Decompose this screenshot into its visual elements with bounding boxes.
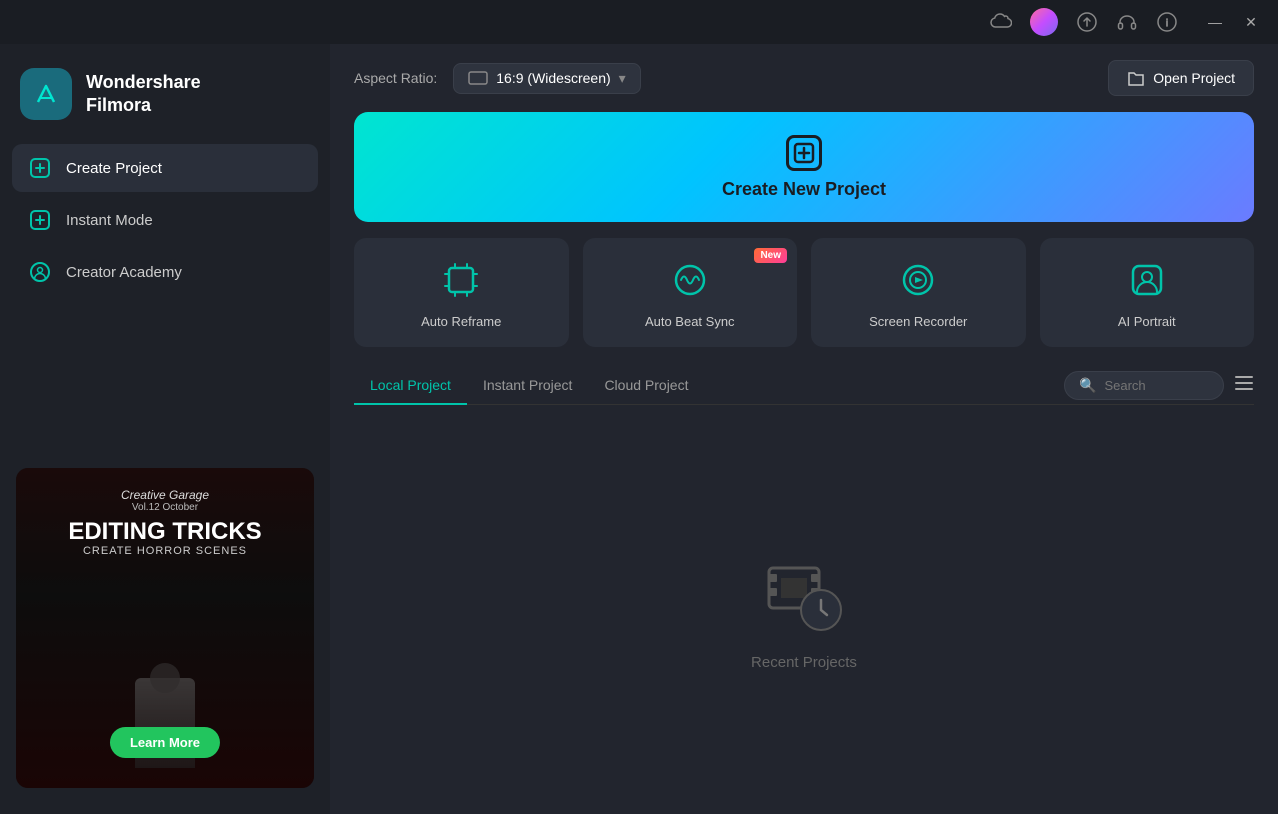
create-new-project-banner[interactable]: Create New Project — [354, 112, 1254, 222]
create-banner-icon — [786, 135, 822, 171]
promo-small-title: Creative Garage — [121, 488, 209, 502]
tab-local-project[interactable]: Local Project — [354, 367, 467, 405]
upload-icon[interactable] — [1076, 11, 1098, 33]
create-project-icon — [28, 156, 52, 180]
aspect-ratio-label: Aspect Ratio: — [354, 70, 437, 86]
auto-reframe-icon — [437, 256, 485, 304]
screen-recorder-icon — [894, 256, 942, 304]
promo-main-title: EDITING TRICKS — [68, 519, 261, 545]
project-tabs: Local Project Instant Project Cloud Proj… — [330, 367, 1278, 405]
promo-small-subtitle: Vol.12 October — [121, 502, 209, 513]
learn-more-button[interactable]: Learn More — [110, 727, 220, 758]
search-icon: 🔍 — [1079, 377, 1096, 394]
app-name: Wondershare — [86, 71, 201, 94]
sidebar-item-create-project[interactable]: Create Project — [12, 144, 318, 192]
sidebar-item-creator-academy[interactable]: Creator Academy — [12, 248, 318, 296]
sidebar-item-label: Creator Academy — [66, 264, 182, 281]
auto-beat-sync-card[interactable]: New Auto Beat Sync — [583, 238, 798, 347]
main-content: Aspect Ratio: 16:9 (Widescreen) ▾ Open P… — [330, 44, 1278, 814]
sidebar: Wondershare Filmora Create Project — [0, 44, 330, 814]
titlebar: — ✕ — [0, 0, 1278, 44]
creator-academy-icon — [28, 260, 52, 284]
open-project-label: Open Project — [1153, 70, 1235, 86]
empty-state-label: Recent Projects — [751, 654, 857, 671]
sidebar-item-label: Create Project — [66, 160, 162, 177]
ai-portrait-icon — [1123, 256, 1171, 304]
feature-cards: Auto Reframe New Auto Beat Sync — [354, 238, 1254, 347]
auto-beat-sync-label: Auto Beat Sync — [645, 314, 735, 329]
headphones-icon[interactable] — [1116, 11, 1138, 33]
sidebar-item-label: Instant Mode — [66, 212, 153, 229]
auto-reframe-card[interactable]: Auto Reframe — [354, 238, 569, 347]
open-project-button[interactable]: Open Project — [1108, 60, 1254, 96]
sidebar-item-instant-mode[interactable]: Instant Mode — [12, 196, 318, 244]
topbar: Aspect Ratio: 16:9 (Widescreen) ▾ Open P… — [330, 44, 1278, 112]
close-button[interactable]: ✕ — [1240, 11, 1262, 33]
auto-reframe-label: Auto Reframe — [421, 314, 501, 329]
new-badge: New — [754, 248, 787, 263]
screen-recorder-card[interactable]: Screen Recorder — [811, 238, 1026, 347]
dropdown-arrow: ▾ — [619, 70, 626, 87]
screen-recorder-label: Screen Recorder — [869, 314, 967, 329]
search-box[interactable]: 🔍 — [1064, 371, 1224, 400]
empty-state-icon — [759, 548, 849, 638]
info-icon[interactable] — [1156, 11, 1178, 33]
promo-card: Creative Garage Vol.12 October EDITING T… — [16, 468, 314, 788]
auto-beat-sync-icon — [666, 256, 714, 304]
search-input[interactable] — [1104, 378, 1204, 393]
minimize-button[interactable]: — — [1204, 11, 1226, 33]
empty-state: Recent Projects — [330, 405, 1278, 814]
list-view-icon[interactable] — [1234, 374, 1254, 397]
ai-portrait-label: AI Portrait — [1118, 314, 1176, 329]
instant-mode-icon — [28, 208, 52, 232]
logo-icon — [20, 68, 72, 120]
tab-instant-project[interactable]: Instant Project — [467, 367, 589, 405]
nav-menu: Create Project Instant Mode — [0, 144, 330, 296]
create-banner-label: Create New Project — [722, 179, 886, 200]
app-logo: Wondershare Filmora — [0, 54, 330, 144]
aspect-ratio-value: 16:9 (Widescreen) — [496, 70, 610, 86]
aspect-ratio-select[interactable]: 16:9 (Widescreen) ▾ — [453, 63, 640, 94]
user-avatar[interactable] — [1030, 8, 1058, 36]
promo-sub-title: CREATE HORROR SCENES — [83, 545, 247, 557]
tab-cloud-project[interactable]: Cloud Project — [588, 367, 704, 405]
cloud-icon[interactable] — [990, 11, 1012, 33]
ai-portrait-card[interactable]: AI Portrait — [1040, 238, 1255, 347]
app-subtitle: Filmora — [86, 94, 201, 117]
